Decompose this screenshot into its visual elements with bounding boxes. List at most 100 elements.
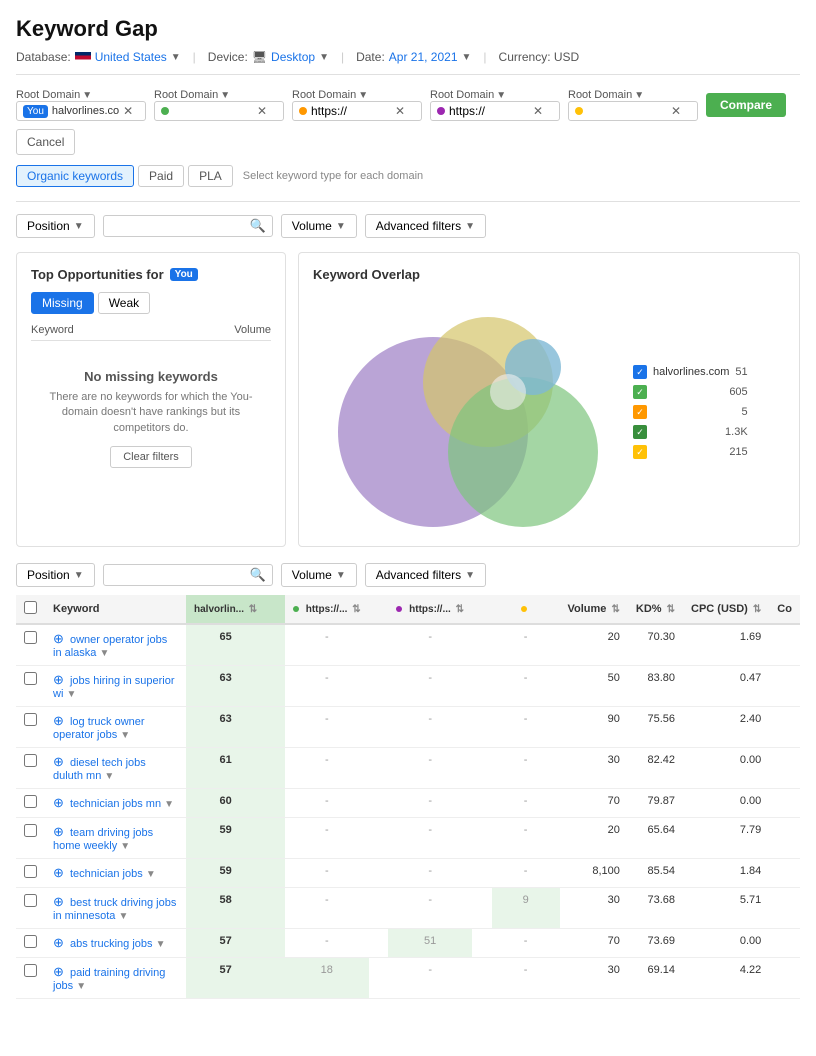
organic-keywords-button[interactable]: Organic keywords [16, 165, 134, 187]
row-checkbox[interactable] [24, 795, 37, 808]
keyword-dropdown-icon[interactable]: ▼ [99, 648, 109, 659]
row-keyword-cell: ⊕ jobs hiring in superior wi ▼ [45, 666, 186, 707]
domain5-input[interactable] [587, 104, 667, 118]
device-dropdown[interactable]: Desktop [271, 50, 315, 64]
volume-filter-button-2[interactable]: Volume ▼ [281, 563, 357, 587]
keyword-link[interactable]: best truck driving jobs in minnesota [53, 897, 176, 922]
advanced-filters-button[interactable]: Advanced filters ▼ [365, 214, 486, 238]
row-d3: - [388, 666, 472, 707]
domain5-close-icon[interactable]: ✕ [671, 104, 681, 118]
keyword-dropdown-icon[interactable]: ▼ [76, 981, 86, 992]
th-domain2-filter [369, 595, 389, 624]
database-dropdown[interactable]: United States [95, 50, 167, 64]
row-halov: 59 [186, 818, 265, 859]
keyword-link[interactable]: owner operator jobs in alaska [53, 634, 167, 659]
row-d2-extra [369, 929, 389, 958]
keyword-dropdown-icon[interactable]: ▼ [66, 689, 76, 700]
row-halov: 63 [186, 707, 265, 748]
pla-button[interactable]: PLA [188, 165, 233, 187]
keyword-expand-icon[interactable]: ⊕ [53, 795, 64, 810]
row-co [769, 929, 800, 958]
row-kd: 73.68 [628, 888, 683, 929]
domain3-close-icon[interactable]: ✕ [395, 104, 405, 118]
row-d2-extra [369, 624, 389, 666]
keyword-expand-icon[interactable]: ⊕ [53, 894, 64, 909]
keyword-type-row: Organic keywords Paid PLA Select keyword… [16, 165, 800, 187]
keyword-dropdown-icon[interactable]: ▼ [164, 799, 174, 810]
search-input-2[interactable] [110, 568, 250, 582]
keyword-expand-icon[interactable]: ⊕ [53, 713, 64, 728]
table-row: ⊕ team driving jobs home weekly ▼ 59 - -… [16, 818, 800, 859]
keyword-link[interactable]: diesel tech jobs duluth mn [53, 757, 146, 782]
row-cpc: 0.47 [683, 666, 769, 707]
row-d4: - [492, 958, 560, 999]
th-halov-filter [265, 595, 285, 624]
date-dropdown[interactable]: Apr 21, 2021 [389, 50, 458, 64]
row-checkbox[interactable] [24, 754, 37, 767]
paid-button[interactable]: Paid [138, 165, 184, 187]
position-arrow-icon-2: ▼ [74, 570, 84, 581]
domain3-input[interactable] [311, 104, 391, 118]
row-checkbox-cell [16, 789, 45, 818]
keyword-link[interactable]: team driving jobs home weekly [53, 827, 153, 852]
advanced-filters-button-2[interactable]: Advanced filters ▼ [365, 563, 486, 587]
domain1-label: Root Domain ▼ [16, 89, 146, 101]
position-filter-button[interactable]: Position ▼ [16, 214, 95, 238]
row-checkbox[interactable] [24, 824, 37, 837]
search-input[interactable] [110, 219, 250, 233]
keyword-link[interactable]: technician jobs mn [70, 798, 161, 810]
domain2-input[interactable] [173, 104, 253, 118]
position-filter-button-2[interactable]: Position ▼ [16, 563, 95, 587]
clear-filters-button[interactable]: Clear filters [110, 446, 192, 468]
row-checkbox[interactable] [24, 865, 37, 878]
row-checkbox[interactable] [24, 672, 37, 685]
keyword-link[interactable]: paid training driving jobs [53, 967, 165, 992]
keyword-expand-icon[interactable]: ⊕ [53, 754, 64, 769]
domain4-input[interactable] [449, 104, 529, 118]
keyword-dropdown-icon[interactable]: ▼ [104, 771, 114, 782]
legend-check-4[interactable]: ✓ [633, 425, 647, 439]
keyword-dropdown-icon[interactable]: ▼ [146, 869, 156, 880]
overlap-panel: Keyword Overlap [298, 252, 800, 547]
keyword-link[interactable]: log truck owner operator jobs [53, 716, 145, 741]
legend-check-3[interactable]: ✓ [633, 405, 647, 419]
keyword-dropdown-icon[interactable]: ▼ [120, 841, 130, 852]
row-keyword-cell: ⊕ best truck driving jobs in minnesota ▼ [45, 888, 186, 929]
row-kd: 79.87 [628, 789, 683, 818]
domain4-close-icon[interactable]: ✕ [533, 104, 543, 118]
keyword-expand-icon[interactable]: ⊕ [53, 964, 64, 979]
keyword-expand-icon[interactable]: ⊕ [53, 672, 64, 687]
keyword-dropdown-icon[interactable]: ▼ [120, 730, 130, 741]
keyword-expand-icon[interactable]: ⊕ [53, 935, 64, 950]
row-d2: - [285, 929, 369, 958]
th-halov: halvorlin... ⇅ [186, 595, 265, 624]
row-checkbox[interactable] [24, 631, 37, 644]
keyword-expand-icon[interactable]: ⊕ [53, 631, 64, 646]
select-all-checkbox[interactable] [24, 601, 37, 614]
domain2-close-icon[interactable]: ✕ [257, 104, 267, 118]
keyword-dropdown-icon[interactable]: ▼ [118, 911, 128, 922]
legend-check-2[interactable]: ✓ [633, 385, 647, 399]
legend-check-1[interactable]: ✓ [633, 365, 647, 379]
row-checkbox[interactable] [24, 964, 37, 977]
compare-button[interactable]: Compare [706, 93, 786, 117]
row-checkbox[interactable] [24, 894, 37, 907]
row-checkbox[interactable] [24, 935, 37, 948]
keyword-expand-icon[interactable]: ⊕ [53, 824, 64, 839]
keyword-link[interactable]: technician jobs [70, 868, 143, 880]
keyword-dropdown-icon[interactable]: ▼ [156, 939, 166, 950]
volume-filter-button[interactable]: Volume ▼ [281, 214, 357, 238]
filter-row-1: Position ▼ 🔍 Volume ▼ Advanced filters ▼ [16, 214, 800, 238]
row-kd: 83.80 [628, 666, 683, 707]
legend-check-5[interactable]: ✓ [633, 445, 647, 459]
row-d3-extra [472, 958, 492, 999]
keyword-link[interactable]: abs trucking jobs [70, 938, 153, 950]
keyword-expand-icon[interactable]: ⊕ [53, 865, 64, 880]
weak-tab[interactable]: Weak [98, 292, 150, 314]
row-co [769, 624, 800, 666]
cancel-button[interactable]: Cancel [16, 129, 75, 155]
domain3-dot [299, 107, 307, 115]
missing-tab[interactable]: Missing [31, 292, 94, 314]
row-checkbox[interactable] [24, 713, 37, 726]
domain1-close-icon[interactable]: ✕ [123, 104, 133, 118]
